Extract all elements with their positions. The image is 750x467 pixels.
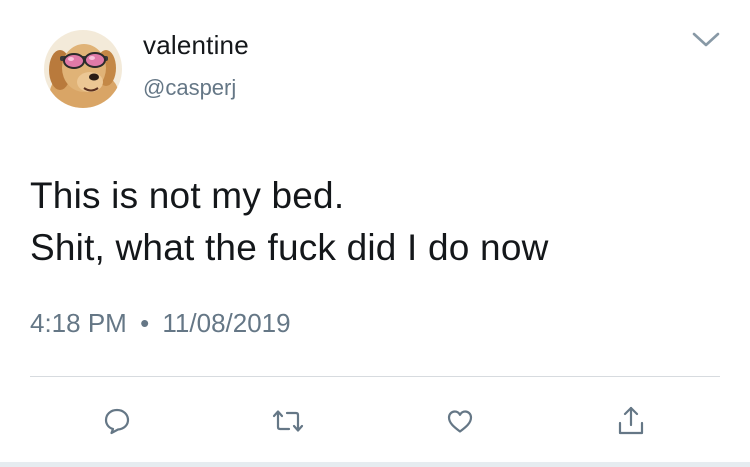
display-name[interactable]: valentine <box>143 30 249 61</box>
tweet-date: 11/08/2019 <box>162 308 291 338</box>
separator-dot: • <box>140 308 150 338</box>
divider <box>30 376 720 377</box>
tweet-text-line: Shit, what the fuck did I do now <box>30 227 549 268</box>
chevron-down-icon[interactable] <box>691 30 721 50</box>
tweet-text: This is not my bed. Shit, what the fuck … <box>30 170 730 274</box>
bottom-separator <box>0 462 750 467</box>
timestamp[interactable]: 4:18 PM • 11/08/2019 <box>30 308 291 339</box>
user-handle[interactable]: @casperj <box>143 75 236 101</box>
reply-icon <box>104 408 130 435</box>
share-icon <box>618 406 644 435</box>
tweet-time: 4:18 PM <box>30 308 127 338</box>
avatar[interactable] <box>44 30 122 108</box>
dog-avatar-image <box>44 30 122 108</box>
retweet-button[interactable] <box>268 402 308 440</box>
share-button[interactable] <box>611 402 651 440</box>
like-button[interactable] <box>440 402 480 440</box>
retweet-icon <box>272 410 304 432</box>
tweet-text-line: This is not my bed. <box>30 175 345 216</box>
tweet-card: valentine @casperj This is not my bed. S… <box>0 0 750 467</box>
reply-button[interactable] <box>97 402 137 440</box>
like-icon <box>447 410 473 433</box>
